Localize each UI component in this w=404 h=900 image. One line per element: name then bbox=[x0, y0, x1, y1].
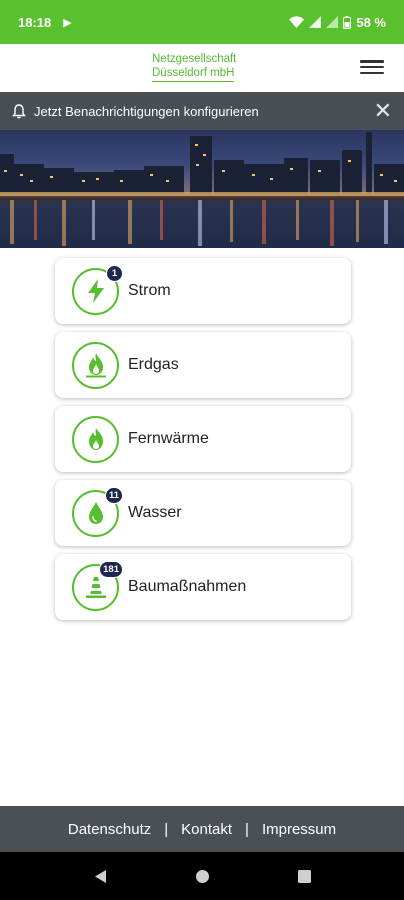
media-play-icon: ▶ bbox=[63, 16, 72, 29]
battery-icon bbox=[343, 15, 352, 29]
service-card-wasser[interactable]: 11 Wasser bbox=[55, 480, 351, 546]
imprint-link[interactable]: Impressum bbox=[262, 821, 336, 838]
hamburger-menu-icon[interactable] bbox=[360, 57, 384, 77]
back-icon[interactable] bbox=[93, 869, 107, 884]
service-label: Erdgas bbox=[128, 356, 179, 373]
company-logo[interactable]: Netzgesellschaft Düsseldorf mbH bbox=[152, 52, 250, 82]
signal-icon-2 bbox=[326, 16, 339, 28]
lightning-icon bbox=[87, 279, 104, 303]
battery-percent: 58 % bbox=[356, 14, 386, 30]
status-icons: 58 % bbox=[289, 15, 386, 30]
logo-line-2: Düsseldorf mbH bbox=[152, 66, 235, 82]
traffic-cone-icon bbox=[85, 577, 106, 598]
contact-link[interactable]: Kontakt bbox=[181, 821, 232, 838]
privacy-link[interactable]: Datenschutz bbox=[68, 821, 151, 838]
service-icon-circle: 181 bbox=[72, 560, 123, 611]
notification-banner[interactable]: Jetzt Benachrichtigungen konfigurieren ✕ bbox=[0, 92, 404, 130]
status-bar: 18:18 ▶ 58 % bbox=[0, 0, 404, 44]
logo-line-1: Netzgesellschaft bbox=[152, 53, 237, 65]
system-navigation-bar bbox=[0, 852, 404, 900]
notification-text: Jetzt Benachrichtigungen konfigurieren bbox=[34, 103, 259, 119]
signal-icon bbox=[309, 16, 322, 28]
wifi-icon bbox=[289, 16, 305, 28]
service-label: Strom bbox=[128, 282, 171, 299]
service-label: Baumaßnahmen bbox=[128, 578, 247, 595]
fire-icon bbox=[88, 428, 103, 450]
recents-icon[interactable] bbox=[298, 869, 311, 883]
footer-bar: Datenschutz | Kontakt | Impressum bbox=[0, 806, 404, 852]
footer-separator: | bbox=[164, 820, 169, 838]
notification-count-badge: 11 bbox=[104, 486, 123, 504]
notification-count-badge: 181 bbox=[99, 560, 123, 578]
service-card-fernwaerme[interactable]: Fernwärme bbox=[55, 406, 351, 472]
service-icon-circle bbox=[72, 341, 119, 389]
notification-count-badge: 1 bbox=[106, 264, 123, 282]
service-icon-circle: 11 bbox=[72, 486, 123, 537]
service-icon-circle: 1 bbox=[72, 264, 123, 315]
service-card-baumassnahmen[interactable]: 181 Baumaßnahmen bbox=[55, 554, 351, 620]
footer-separator: | bbox=[245, 820, 249, 838]
city-skyline-image bbox=[0, 130, 404, 248]
close-icon[interactable]: ✕ bbox=[374, 100, 392, 122]
status-time: 18:18 bbox=[18, 14, 52, 30]
service-label: Wasser bbox=[128, 504, 182, 521]
gas-flame-icon bbox=[85, 353, 106, 378]
service-label: Fernwärme bbox=[128, 430, 209, 447]
service-icon-circle bbox=[72, 415, 119, 463]
water-drop-icon bbox=[88, 502, 103, 524]
app-header: Netzgesellschaft Düsseldorf mbH bbox=[0, 44, 404, 92]
home-icon[interactable] bbox=[195, 869, 210, 884]
service-list: 1 Strom Erdgas Fernwärme 11 Wasser 181 B… bbox=[55, 258, 351, 628]
bell-icon bbox=[12, 103, 26, 119]
service-card-erdgas[interactable]: Erdgas bbox=[55, 332, 351, 398]
service-card-strom[interactable]: 1 Strom bbox=[55, 258, 351, 324]
